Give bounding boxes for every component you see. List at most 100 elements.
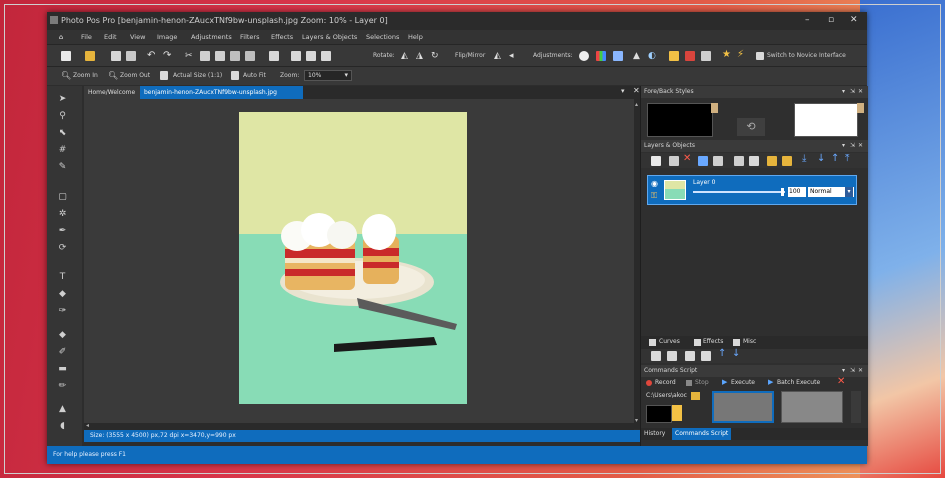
chevron-down-icon[interactable]: ▾ xyxy=(845,187,853,197)
batch-execute-button[interactable]: Batch Execute xyxy=(777,379,820,386)
tab-misc[interactable]: Misc xyxy=(743,338,756,345)
save-as-icon[interactable] xyxy=(126,51,136,61)
new-file-icon[interactable] xyxy=(61,51,71,61)
scroll-up-icon[interactable]: ▴ xyxy=(635,101,638,108)
paste-new-icon[interactable] xyxy=(230,51,240,61)
resize-icon[interactable] xyxy=(291,51,301,61)
swap-colors-icon[interactable]: ⟲ xyxy=(737,118,765,136)
crop-tool-icon[interactable]: # xyxy=(57,145,68,156)
script-thumb-black[interactable] xyxy=(646,405,672,423)
histogram-icon[interactable] xyxy=(701,51,711,61)
object-delete-icon[interactable] xyxy=(701,351,711,361)
maximize-button[interactable]: ▫ xyxy=(828,15,834,25)
menu-selections[interactable]: Selections xyxy=(366,33,399,41)
object-up-icon[interactable]: ↑ xyxy=(718,349,728,359)
tab-history[interactable]: History xyxy=(644,430,665,437)
foreground-color-swatch[interactable] xyxy=(647,103,713,137)
menu-image[interactable]: Image xyxy=(157,33,177,41)
save-icon[interactable] xyxy=(111,51,121,61)
canvas-horizontal-scrollbar[interactable]: ◂ xyxy=(84,422,634,430)
foreground-style-icon[interactable] xyxy=(711,103,718,113)
execute-button[interactable]: Execute xyxy=(731,379,755,386)
zoom-select[interactable]: 10% ▾ xyxy=(304,70,352,81)
script-thumb-yellow[interactable] xyxy=(672,405,682,421)
rotate-left-icon[interactable]: ◭ xyxy=(401,51,411,61)
tabs-dropdown-icon[interactable]: ▾ xyxy=(621,87,625,95)
layer-properties-icon[interactable] xyxy=(698,156,708,166)
background-style-icon[interactable] xyxy=(857,103,864,113)
flatten-icon[interactable] xyxy=(734,156,744,166)
copy-icon[interactable] xyxy=(200,51,210,61)
object-down-icon[interactable]: ↓ xyxy=(732,349,742,359)
script-preview-2[interactable] xyxy=(781,391,843,423)
tab-effects[interactable]: Effects xyxy=(703,338,723,345)
home-icon[interactable]: ⌂ xyxy=(59,33,63,41)
dodge-tool-icon[interactable]: ◖ xyxy=(57,421,68,432)
object-new-icon[interactable] xyxy=(651,351,661,361)
script-scrollbar[interactable] xyxy=(851,391,861,423)
auto-fix-icon[interactable] xyxy=(669,51,679,61)
layer-mask-icon[interactable] xyxy=(749,156,759,166)
chevron-down-icon[interactable]: ▾ xyxy=(344,71,348,79)
pin-icon[interactable]: ⇲ xyxy=(850,142,855,149)
text-tool-icon[interactable]: T xyxy=(57,272,68,283)
menu-help[interactable]: Help xyxy=(408,33,423,41)
minimize-button[interactable]: – xyxy=(805,15,810,25)
redo-icon[interactable]: ↷ xyxy=(163,51,173,61)
rotate-free-icon[interactable]: ↻ xyxy=(431,51,441,61)
duplicate-layer-icon[interactable] xyxy=(669,156,679,166)
layer-visibility-icon[interactable]: ◉ xyxy=(651,179,658,188)
merge-layer-icon[interactable] xyxy=(713,156,723,166)
close-button[interactable]: ✕ xyxy=(850,15,858,25)
stop-button[interactable]: Stop xyxy=(695,379,709,386)
new-layer-icon[interactable] xyxy=(651,156,661,166)
shape-tool-icon[interactable]: ◆ xyxy=(57,289,68,300)
flip-horizontal-icon[interactable]: ◭ xyxy=(494,51,504,61)
red-eye-icon[interactable] xyxy=(685,51,695,61)
levels-icon[interactable] xyxy=(613,51,623,61)
pencil-tool-icon[interactable]: ✏ xyxy=(57,381,68,392)
menu-adjustments[interactable]: Adjustments xyxy=(191,33,232,41)
layer-row[interactable]: ◉ ⚿ Layer 0 100 Normal ▾ xyxy=(647,175,857,205)
tab-commands-script[interactable]: Commands Script xyxy=(672,428,732,440)
menu-layers-objects[interactable]: Layers & Objects xyxy=(302,33,357,41)
lasso-tool-icon[interactable]: ✒ xyxy=(57,226,68,237)
photo-image[interactable] xyxy=(239,112,467,404)
paste-icon[interactable] xyxy=(215,51,225,61)
lightning-icon[interactable]: ⚡ xyxy=(737,50,747,60)
tab-home-welcome[interactable]: Home/Welcome xyxy=(84,86,140,99)
clone-tool-icon[interactable]: ⟳ xyxy=(57,243,68,254)
layer-group-icon[interactable] xyxy=(782,156,792,166)
menu-view[interactable]: View xyxy=(130,33,145,41)
move-layer-down-icon[interactable]: ↓ xyxy=(817,154,827,164)
scroll-down-icon[interactable]: ▾ xyxy=(635,417,638,424)
panel-close-icon[interactable]: ✕ xyxy=(858,88,863,95)
panel-close-icon[interactable]: ✕ xyxy=(858,142,863,149)
canvas-area[interactable] xyxy=(84,99,634,423)
cut-icon[interactable]: ✂ xyxy=(185,51,195,61)
blend-mode-select[interactable]: Normal ▾ xyxy=(808,187,854,197)
actual-size-button[interactable]: Actual Size (1:1) xyxy=(173,72,222,79)
rect-select-tool-icon[interactable]: ▢ xyxy=(57,192,68,203)
auto-fit-button[interactable]: Auto Fit xyxy=(243,72,266,79)
frame-icon[interactable] xyxy=(321,51,331,61)
close-tab-icon[interactable]: ✕ xyxy=(633,86,640,95)
open-file-icon[interactable] xyxy=(85,51,95,61)
object-copy-icon[interactable] xyxy=(685,351,695,361)
flip-vertical-icon[interactable]: ◂ xyxy=(509,51,519,61)
brightness-icon[interactable] xyxy=(579,51,589,61)
script-preview-1[interactable] xyxy=(712,391,774,423)
delete-layer-icon[interactable]: ✕ xyxy=(683,154,693,164)
saturation-icon[interactable]: ◐ xyxy=(648,51,658,61)
delete-script-icon[interactable]: ✕ xyxy=(837,376,845,387)
zoom-in-button[interactable]: Zoom In xyxy=(73,72,98,79)
magnify-tool-icon[interactable]: ⚲ xyxy=(57,111,68,122)
layer-lock-icon[interactable]: ⚿ xyxy=(651,191,657,201)
eyedropper-tool-icon[interactable]: ✎ xyxy=(57,162,68,173)
pin-icon[interactable]: ⇲ xyxy=(850,367,855,374)
tab-image-document[interactable]: benjamin-henon-ZAucxTNf9bw-unsplash.jpg xyxy=(140,86,303,99)
fill-tool-icon[interactable]: ◆ xyxy=(57,330,68,341)
scroll-left-icon[interactable]: ◂ xyxy=(86,422,89,429)
layer-folder-icon[interactable] xyxy=(767,156,777,166)
layer-opacity-slider[interactable] xyxy=(693,191,785,193)
